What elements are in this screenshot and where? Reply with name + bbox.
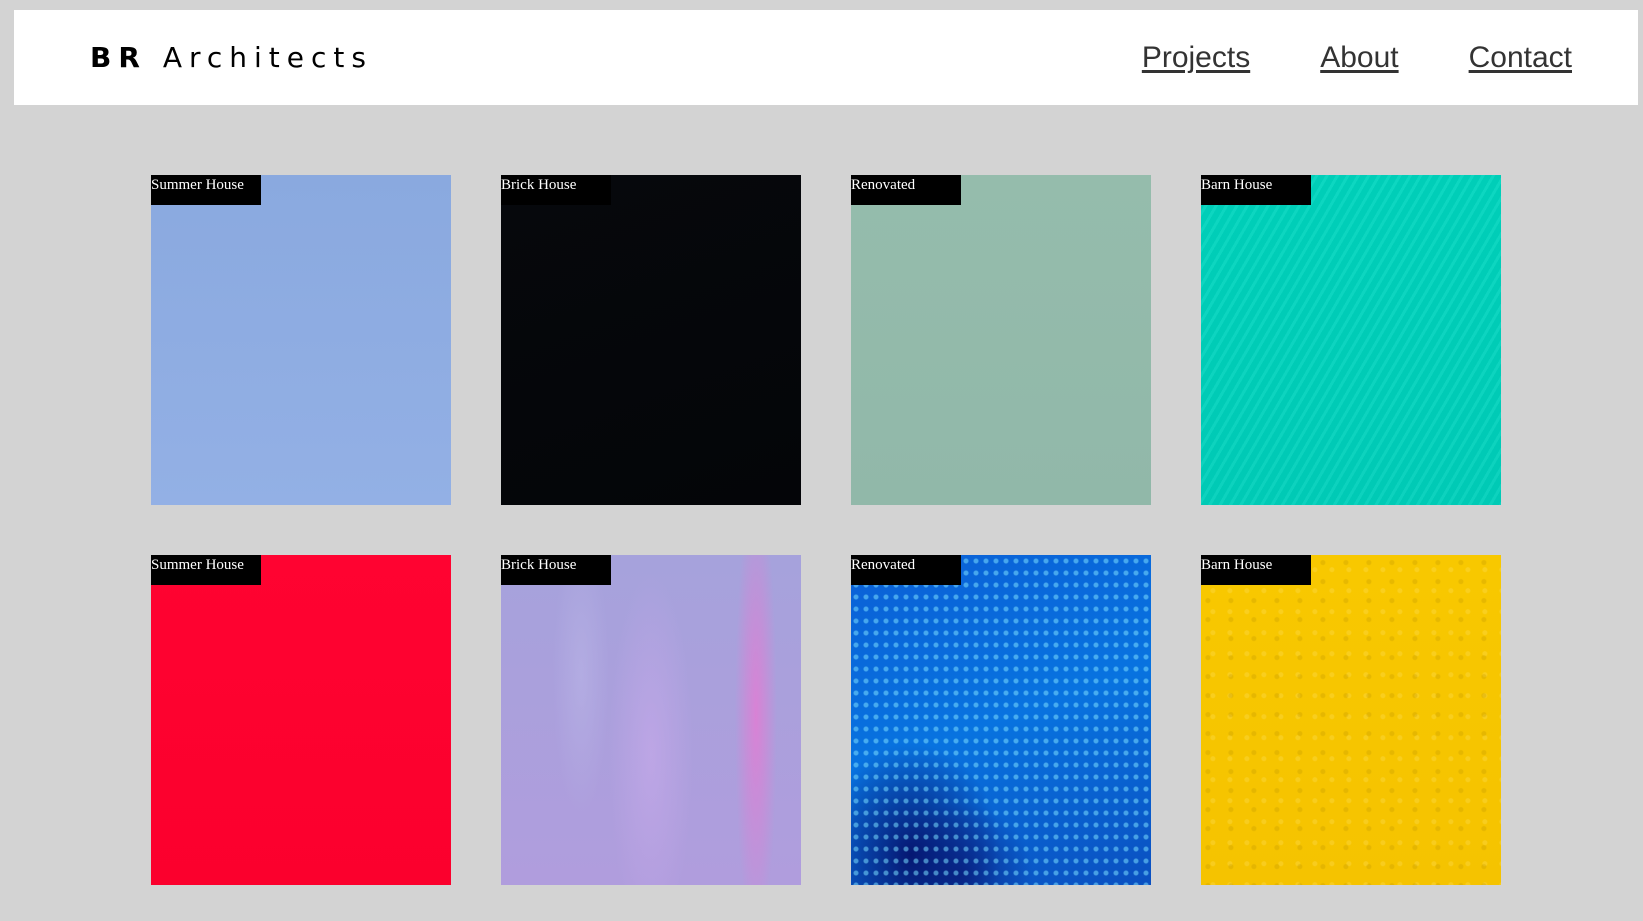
main-nav: Projects About Contact bbox=[1142, 10, 1572, 105]
project-label: Brick House bbox=[501, 175, 611, 205]
project-card[interactable]: Barn House bbox=[1201, 555, 1501, 885]
project-image bbox=[501, 555, 801, 885]
project-grid: Summer House Brick House Renovated Barn … bbox=[151, 175, 1501, 885]
project-card[interactable]: Summer House bbox=[151, 175, 451, 505]
brand-logo[interactable]: BR Architects bbox=[90, 10, 373, 105]
project-image bbox=[1201, 175, 1501, 505]
project-label: Summer House bbox=[151, 175, 261, 205]
nav-link-contact[interactable]: Contact bbox=[1469, 41, 1572, 75]
nav-link-about[interactable]: About bbox=[1320, 41, 1398, 75]
project-image bbox=[501, 175, 801, 505]
site-header: BR Architects Projects About Contact bbox=[14, 10, 1638, 105]
project-image bbox=[1201, 555, 1501, 885]
project-card[interactable]: Summer House bbox=[151, 555, 451, 885]
project-label: Barn House bbox=[1201, 175, 1311, 205]
project-label: Renovated bbox=[851, 555, 961, 585]
project-label: Brick House bbox=[501, 555, 611, 585]
project-label: Barn House bbox=[1201, 555, 1311, 585]
project-label: Renovated bbox=[851, 175, 961, 205]
project-label: Summer House bbox=[151, 555, 261, 585]
project-card[interactable]: Renovated bbox=[851, 175, 1151, 505]
project-image bbox=[851, 555, 1151, 885]
brand-name: Architects bbox=[162, 41, 373, 74]
project-image bbox=[851, 175, 1151, 505]
project-card[interactable]: Brick House bbox=[501, 555, 801, 885]
project-image bbox=[151, 555, 451, 885]
project-image bbox=[151, 175, 451, 505]
project-card[interactable]: Renovated bbox=[851, 555, 1151, 885]
brand-initials: BR bbox=[90, 41, 147, 74]
project-card[interactable]: Brick House bbox=[501, 175, 801, 505]
project-card[interactable]: Barn House bbox=[1201, 175, 1501, 505]
nav-link-projects[interactable]: Projects bbox=[1142, 41, 1250, 75]
